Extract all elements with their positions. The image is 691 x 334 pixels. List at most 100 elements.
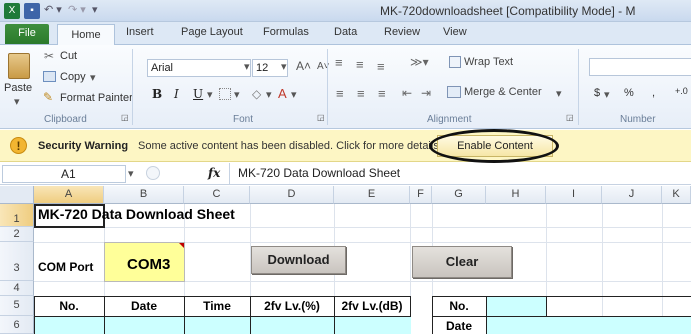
column-header-a[interactable]: A — [34, 186, 104, 204]
font-name-dropdown-icon[interactable]: ▾ — [244, 60, 250, 73]
row-header-6[interactable]: 6 — [0, 316, 34, 334]
number-format-select[interactable] — [589, 58, 691, 76]
tab-insert[interactable]: Insert — [126, 26, 154, 38]
sheet-title: MK-720 Data Download Sheet — [38, 206, 235, 222]
column-header-h[interactable]: H — [486, 186, 546, 204]
currency-format-button[interactable]: $ — [594, 87, 600, 99]
copy-button[interactable]: Copy — [60, 71, 86, 83]
tab-review[interactable]: Review — [384, 26, 420, 38]
row-header-3[interactable]: 3 — [0, 242, 34, 281]
wrap-text-button[interactable]: Wrap Text — [464, 56, 513, 68]
side-date-input[interactable] — [487, 317, 691, 334]
underline-icon[interactable]: U — [193, 87, 203, 101]
font-color-dropdown-icon[interactable]: ▾ — [291, 88, 297, 101]
column-header-j[interactable]: J — [602, 186, 662, 204]
italic-icon[interactable]: I — [174, 87, 179, 101]
align-right-icon[interactable]: ≡ — [378, 86, 386, 101]
table-divider — [546, 296, 547, 316]
borders-dropdown-icon[interactable]: ▾ — [234, 88, 240, 101]
alignment-launcher-icon[interactable]: ◲ — [566, 113, 574, 122]
column-header-e[interactable]: E — [334, 186, 410, 204]
column-header-b[interactable]: B — [104, 186, 184, 204]
borders-icon[interactable] — [219, 88, 231, 100]
group-separator — [327, 49, 328, 125]
copy-icon — [43, 71, 56, 82]
increase-decimal-button[interactable]: +.0 — [675, 86, 688, 96]
data-row-1[interactable] — [35, 317, 411, 334]
orientation-icon[interactable]: ≫▾ — [410, 55, 429, 69]
download-button[interactable]: Download — [251, 246, 346, 274]
row-header-4[interactable]: 4 — [0, 281, 34, 296]
header-time: Time — [203, 299, 231, 313]
align-left-icon[interactable]: ≡ — [336, 86, 344, 101]
select-all-corner[interactable] — [0, 186, 34, 204]
highlight-circle — [429, 129, 559, 163]
increase-font-size-icon[interactable]: A˄ — [296, 59, 311, 73]
tab-data[interactable]: Data — [334, 26, 357, 38]
align-center-icon[interactable]: ≡ — [357, 86, 365, 101]
tab-file[interactable]: File — [5, 24, 49, 44]
fill-color-dropdown-icon[interactable]: ▾ — [266, 88, 272, 101]
currency-dropdown-icon[interactable]: ▾ — [604, 88, 610, 101]
decrease-indent-icon[interactable]: ⇤ — [402, 86, 412, 100]
column-header-g[interactable]: G — [432, 186, 486, 204]
cut-button[interactable]: Cut — [60, 50, 77, 62]
row-header-1[interactable]: 1 — [0, 204, 34, 227]
redo-icon[interactable]: ↷ ▾ — [68, 3, 86, 16]
fill-color-icon[interactable]: ◇ — [252, 87, 261, 101]
column-header-i[interactable]: I — [546, 186, 602, 204]
tab-page-layout[interactable]: Page Layout — [181, 26, 243, 38]
font-size-dropdown-icon[interactable]: ▾ — [281, 60, 287, 73]
copy-dropdown-icon[interactable]: ▾ — [90, 71, 96, 84]
save-icon[interactable]: ▪ — [24, 3, 40, 19]
customize-quick-access-icon[interactable]: ▾ — [92, 3, 98, 16]
paste-dropdown-icon[interactable]: ▾ — [14, 95, 20, 108]
comma-format-button[interactable]: , — [652, 87, 655, 99]
format-painter-icon: ✎ — [43, 90, 54, 104]
increase-indent-icon[interactable]: ⇥ — [421, 86, 431, 100]
paste-button[interactable]: Paste — [4, 82, 32, 94]
font-launcher-icon[interactable]: ◲ — [317, 113, 325, 122]
side-no-input[interactable] — [487, 297, 546, 316]
title-bar: X ▪ ↶ ▾ ↷ ▾ ▾ MK-720downloadsheet [Compa… — [0, 0, 691, 22]
font-color-icon[interactable]: A — [278, 86, 287, 101]
number-group-label: Number — [620, 114, 656, 125]
insert-function-icon[interactable]: fx — [208, 166, 220, 180]
name-box-dropdown-icon[interactable]: ▾ — [128, 167, 134, 180]
merge-center-button[interactable]: Merge & Center — [464, 86, 542, 98]
column-header-c[interactable]: C — [184, 186, 250, 204]
side-label-no: No. — [449, 299, 469, 313]
clipboard-launcher-icon[interactable]: ◲ — [121, 113, 129, 122]
com-port-value[interactable]: COM3 — [127, 256, 170, 273]
formula-input[interactable]: MK-720 Data Download Sheet — [238, 166, 400, 180]
row-header-2[interactable]: 2 — [0, 227, 34, 242]
bold-icon[interactable]: B — [152, 87, 162, 101]
security-warning-message[interactable]: Some active content has been disabled. C… — [138, 140, 440, 152]
formula-divider — [229, 163, 230, 185]
column-header-f[interactable]: F — [410, 186, 432, 204]
underline-dropdown-icon[interactable]: ▾ — [207, 88, 213, 101]
column-header-k[interactable]: K — [662, 186, 691, 204]
worksheet-grid[interactable]: A B C D E F G H I J K 1 2 3 4 5 6 MK-720… — [0, 186, 691, 334]
paste-icon[interactable] — [8, 53, 30, 79]
name-box[interactable]: A1 — [2, 165, 126, 183]
tab-home[interactable]: Home — [57, 24, 115, 46]
tab-formulas[interactable]: Formulas — [263, 26, 309, 38]
ribbon-home: Paste ▾ ✂ Cut Copy ▾ ✎ Format Painter Cl… — [0, 45, 691, 129]
format-painter-button[interactable]: Format Painter — [60, 92, 133, 104]
align-middle-icon[interactable]: ≡ — [356, 57, 364, 72]
align-top-icon[interactable]: ≡ — [335, 55, 343, 70]
column-header-d[interactable]: D — [250, 186, 334, 204]
row-header-5[interactable]: 5 — [0, 296, 34, 316]
window-title: MK-720downloadsheet [Compatibility Mode]… — [380, 4, 636, 18]
header-level-percent: 2fv Lv.(%) — [264, 299, 320, 313]
percent-format-button[interactable]: % — [624, 87, 634, 99]
merge-center-dropdown-icon[interactable]: ▾ — [556, 87, 562, 100]
font-name-select[interactable]: Arial — [147, 59, 251, 77]
header-level-db: 2fv Lv.(dB) — [341, 299, 403, 313]
undo-icon[interactable]: ↶ ▾ — [44, 3, 62, 16]
clear-button[interactable]: Clear — [412, 246, 512, 278]
tab-view[interactable]: View — [443, 26, 467, 38]
comment-indicator-icon — [179, 243, 184, 248]
align-bottom-icon[interactable]: ≡ — [377, 59, 385, 74]
